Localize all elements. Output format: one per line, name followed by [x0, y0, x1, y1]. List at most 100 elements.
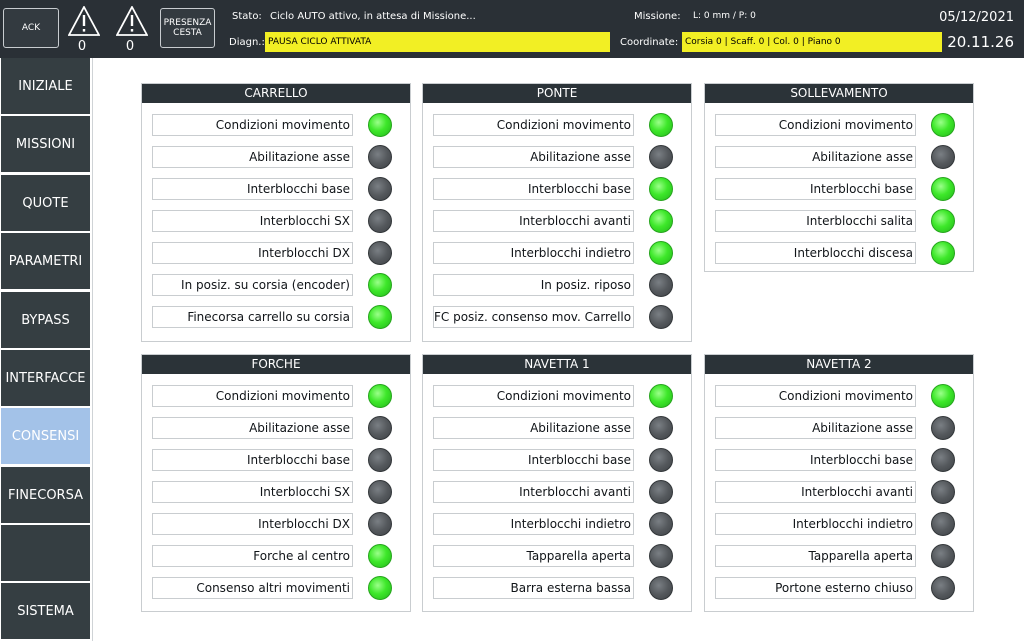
signal-row: Interblocchi avanti	[433, 209, 683, 233]
sidebar-item-consensi[interactable]: CONSENSI	[1, 408, 90, 465]
signal-label: Tapparella aperta	[433, 545, 634, 567]
signal-row: Interblocchi DX	[152, 512, 402, 536]
panel-carrello: CARRELLO Condizioni movimento Abilitazione…	[141, 83, 411, 342]
signal-label: Interblocchi SX	[152, 481, 353, 503]
signal-label: Interblocchi indietro	[433, 513, 634, 535]
panel-title: NAVETTA 2	[705, 355, 973, 374]
sidebar-item-parametri[interactable]: PARAMETRI	[1, 233, 90, 290]
status-led-off-icon	[368, 480, 392, 504]
signal-row: Consenso altri movimenti	[152, 576, 402, 600]
top-bar: ACK 0 0 PRESENZA CESTA Stato: Ciclo AUTO…	[0, 0, 1024, 58]
signal-label: Interblocchi salita	[715, 210, 916, 232]
signal-label: Tapparella aperta	[715, 545, 916, 567]
signal-row: Interblocchi avanti	[433, 480, 683, 504]
status-led-off-icon	[649, 273, 673, 297]
status-led-on-icon	[931, 209, 955, 233]
signal-row: Interblocchi base	[152, 448, 402, 472]
signal-label: Abilitazione asse	[152, 417, 353, 439]
signal-label: Interblocchi avanti	[433, 481, 634, 503]
signal-row: Abilitazione asse	[715, 416, 965, 440]
sidebar-item-interfacce[interactable]: INTERFACCE	[1, 350, 90, 407]
signal-label: Barra esterna bassa	[433, 577, 634, 599]
status-led-on-icon	[649, 384, 673, 408]
sidebar-item-iniziale[interactable]: INIZIALE	[1, 58, 90, 115]
signal-label: Abilitazione asse	[433, 417, 634, 439]
presenza-cesta-button[interactable]: PRESENZA CESTA	[160, 8, 215, 48]
signal-row: Interblocchi SX	[152, 480, 402, 504]
signal-row: Condizioni movimento	[152, 384, 402, 408]
signal-label: Interblocchi base	[433, 449, 634, 471]
signal-label: Interblocchi base	[152, 449, 353, 471]
status-led-off-icon	[368, 416, 392, 440]
signal-row: Abilitazione asse	[433, 416, 683, 440]
missione-label: Missione:	[634, 11, 681, 22]
signal-label: Interblocchi DX	[152, 513, 353, 535]
ack-button[interactable]: ACK	[3, 8, 59, 48]
sidebar-item-sistema[interactable]: SISTEMA	[1, 583, 90, 640]
sidebar-item-bypass[interactable]: BYPASS	[1, 292, 90, 349]
status-led-on-icon	[368, 544, 392, 568]
status-led-off-icon	[649, 576, 673, 600]
stato-label: Stato:	[232, 11, 262, 22]
status-led-off-icon	[931, 448, 955, 472]
signal-row: Interblocchi SX	[152, 209, 402, 233]
signal-row: Abilitazione asse	[152, 416, 402, 440]
sidebar-item-missioni[interactable]: MISSIONI	[1, 116, 90, 173]
status-led-on-icon	[931, 241, 955, 265]
signal-label: Portone esterno chiuso	[715, 577, 916, 599]
signal-row: Condizioni movimento	[152, 113, 402, 137]
signal-row: In posiz. riposo	[433, 273, 683, 297]
warning-indicator-2[interactable]: 0	[114, 6, 150, 54]
signal-row: Interblocchi indietro	[433, 512, 683, 536]
signal-label: Consenso altri movimenti	[152, 577, 353, 599]
status-led-off-icon	[368, 177, 392, 201]
signal-label: Interblocchi avanti	[433, 210, 634, 232]
status-led-off-icon	[649, 145, 673, 169]
status-led-off-icon	[649, 305, 673, 329]
signal-row: Interblocchi salita	[715, 209, 965, 233]
signal-label: Finecorsa carrello su corsia	[152, 306, 353, 328]
status-led-off-icon	[649, 480, 673, 504]
status-led-off-icon	[931, 416, 955, 440]
status-led-off-icon	[931, 576, 955, 600]
signal-row: Interblocchi base	[433, 448, 683, 472]
status-led-off-icon	[368, 512, 392, 536]
signal-label: Condizioni movimento	[433, 114, 634, 136]
signal-label: Forche al centro	[152, 545, 353, 567]
signal-row: Interblocchi base	[152, 177, 402, 201]
warning-triangle-icon	[68, 6, 100, 36]
panel-title: CARRELLO	[142, 84, 410, 103]
date-display: 05/12/2021	[939, 10, 1014, 25]
signal-label: Abilitazione asse	[433, 146, 634, 168]
status-led-on-icon	[931, 113, 955, 137]
signal-row: Condizioni movimento	[715, 113, 965, 137]
signal-label: FC posiz. consenso mov. Carrello	[433, 306, 634, 328]
signal-row: Abilitazione asse	[433, 145, 683, 169]
status-led-off-icon	[649, 448, 673, 472]
signal-row: Interblocchi DX	[152, 241, 402, 265]
signal-label: Interblocchi base	[715, 449, 916, 471]
signal-label: Interblocchi discesa	[715, 242, 916, 264]
status-led-on-icon	[649, 113, 673, 137]
signal-row: Condizioni movimento	[433, 113, 683, 137]
signal-row: Barra esterna bassa	[433, 576, 683, 600]
signal-row: Interblocchi base	[715, 448, 965, 472]
status-led-on-icon	[368, 576, 392, 600]
sidebar-item-quote[interactable]: QUOTE	[1, 175, 90, 232]
signal-label: In posiz. su corsia (encoder)	[152, 274, 353, 296]
signal-row: Finecorsa carrello su corsia	[152, 305, 402, 329]
status-led-on-icon	[368, 113, 392, 137]
signal-row: Interblocchi indietro	[433, 241, 683, 265]
signal-label: Interblocchi indietro	[715, 513, 916, 535]
signal-row: Interblocchi indietro	[715, 512, 965, 536]
sidebar-item-empty[interactable]	[1, 525, 90, 582]
status-led-off-icon	[931, 480, 955, 504]
signal-row: Tapparella aperta	[715, 544, 965, 568]
signal-row: Abilitazione asse	[152, 145, 402, 169]
status-led-off-icon	[649, 512, 673, 536]
status-led-off-icon	[368, 241, 392, 265]
sidebar-item-finecorsa[interactable]: FINECORSA	[1, 467, 90, 524]
warning-indicator-1[interactable]: 0	[66, 6, 102, 54]
stato-value: Ciclo AUTO attivo, in attesa di Missione…	[270, 11, 476, 22]
signal-row: Forche al centro	[152, 544, 402, 568]
